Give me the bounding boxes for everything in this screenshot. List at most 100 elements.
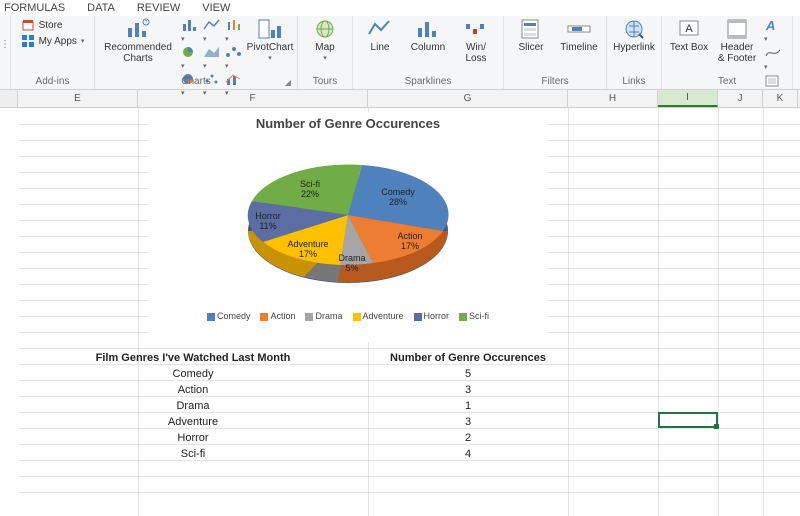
textbox-button[interactable]: A Text Box bbox=[668, 18, 710, 53]
store-button[interactable]: Store bbox=[21, 18, 85, 32]
svg-text:28%: 28% bbox=[389, 197, 407, 207]
worksheet-area[interactable]: Number of Genre Occurences bbox=[0, 108, 800, 516]
recommended-charts-icon: ? bbox=[125, 18, 151, 40]
tab-review[interactable]: REVIEW bbox=[137, 2, 180, 14]
wordart-icon[interactable]: A▾ bbox=[764, 18, 786, 44]
table-row[interactable]: Adventure3 bbox=[18, 414, 800, 430]
group-addins: Store My Apps ▾ Add-ins bbox=[11, 16, 95, 89]
group-label-tours: Tours bbox=[304, 76, 346, 89]
slicer-icon bbox=[518, 18, 544, 40]
sparkline-column-label: Column bbox=[411, 42, 445, 53]
svg-text:17%: 17% bbox=[299, 249, 317, 259]
headerfooter-icon bbox=[724, 18, 750, 40]
svg-text:22%: 22% bbox=[301, 189, 319, 199]
table-header-count[interactable]: Number of Genre Occurences bbox=[368, 352, 568, 364]
pivotchart-button[interactable]: PivotChart ▾ bbox=[249, 18, 291, 63]
svg-text:5%: 5% bbox=[345, 263, 358, 273]
recommended-charts-label: Recommended Charts bbox=[101, 42, 175, 64]
table-row[interactable]: Horror2 bbox=[18, 430, 800, 446]
pivotchart-icon bbox=[257, 18, 283, 40]
group-links: Hyperlink Links bbox=[607, 16, 662, 89]
table-row[interactable]: Drama1 bbox=[18, 398, 800, 414]
apps-icon bbox=[21, 34, 35, 48]
svg-text:Comedy: Comedy bbox=[381, 187, 415, 197]
select-all-corner[interactable] bbox=[0, 90, 18, 107]
map-label: Map bbox=[315, 42, 334, 53]
embedded-pie-chart[interactable]: Number of Genre Occurences bbox=[148, 112, 548, 342]
bar-chart-icon[interactable]: ▾ bbox=[181, 45, 199, 71]
headerfooter-button[interactable]: Header & Footer bbox=[716, 18, 758, 64]
sparkline-winloss-button[interactable]: Win/ Loss bbox=[455, 18, 497, 64]
line-chart-icon[interactable]: ▾ bbox=[203, 18, 221, 44]
collapse-left-icon[interactable]: ⋮ bbox=[0, 39, 10, 50]
svg-text:A: A bbox=[765, 18, 775, 32]
hyperlink-label: Hyperlink bbox=[613, 42, 655, 53]
column-header-E[interactable]: E bbox=[18, 90, 138, 107]
group-text: A Text Box Header & Footer A▾ ▾ Text bbox=[662, 16, 793, 89]
sparkline-winloss-icon bbox=[463, 18, 489, 40]
myapps-label: My Apps bbox=[39, 36, 77, 47]
svg-text:Action: Action bbox=[397, 231, 422, 241]
column-header-G[interactable]: G bbox=[368, 90, 568, 107]
map-button[interactable]: Map ▾ bbox=[304, 18, 346, 63]
column-header-I[interactable]: I bbox=[658, 90, 718, 107]
svg-text:Drama: Drama bbox=[338, 253, 365, 263]
svg-text:Adventure: Adventure bbox=[287, 239, 328, 249]
sparkline-column-icon bbox=[415, 18, 441, 40]
radar-chart-icon[interactable]: ▾ bbox=[225, 45, 243, 71]
timeline-icon bbox=[566, 18, 592, 40]
chevron-down-icon: ▾ bbox=[81, 37, 85, 45]
sparkline-line-icon bbox=[367, 18, 393, 40]
svg-text:Horror: Horror bbox=[255, 211, 281, 221]
tab-formulas[interactable]: FORMULAS bbox=[4, 2, 65, 14]
group-sparklines: Line Column Win/ Loss Sparklines bbox=[353, 16, 504, 89]
textbox-label: Text Box bbox=[670, 42, 708, 53]
data-table: Film Genres I've Watched Last Month Numb… bbox=[18, 350, 800, 462]
column-header-row: E F G H I J K bbox=[0, 90, 800, 108]
area-chart-icon[interactable]: ▾ bbox=[203, 45, 221, 71]
table-row[interactable]: Action3 bbox=[18, 382, 800, 398]
dialog-launcher-icon[interactable]: ◢ bbox=[285, 78, 291, 87]
group-filters: Slicer Timeline Filters bbox=[504, 16, 607, 89]
chevron-down-icon: ▾ bbox=[323, 55, 327, 63]
svg-text:17%: 17% bbox=[401, 241, 419, 251]
column-chart-icon[interactable]: ▾ bbox=[181, 18, 199, 44]
table-row[interactable]: Sci-fi4 bbox=[18, 446, 800, 462]
signature-icon[interactable]: ▾ bbox=[764, 46, 786, 72]
group-label-text: Text bbox=[668, 76, 786, 89]
textbox-icon: A bbox=[676, 18, 702, 40]
group-tours: Map ▾ Tours bbox=[298, 16, 353, 89]
tab-view[interactable]: VIEW bbox=[202, 2, 230, 14]
slicer-button[interactable]: Slicer bbox=[510, 18, 552, 53]
column-header-K[interactable]: K bbox=[763, 90, 798, 107]
pie-chart-svg: Comedy28% Action17% Drama5% Adventure17%… bbox=[148, 131, 548, 306]
slicer-label: Slicer bbox=[518, 42, 543, 53]
store-label: Store bbox=[39, 20, 63, 31]
group-label-addins: Add-ins bbox=[17, 76, 88, 89]
timeline-button[interactable]: Timeline bbox=[558, 18, 600, 53]
svg-text:11%: 11% bbox=[259, 221, 276, 231]
hyperlink-button[interactable]: Hyperlink bbox=[613, 18, 655, 53]
column-header-J[interactable]: J bbox=[718, 90, 763, 107]
sparkline-line-label: Line bbox=[371, 42, 390, 53]
svg-text:Sci-fi: Sci-fi bbox=[300, 179, 320, 189]
recommended-charts-button[interactable]: ? Recommended Charts bbox=[101, 18, 175, 64]
stock-chart-icon[interactable]: ▾ bbox=[225, 18, 243, 44]
tab-data[interactable]: DATA bbox=[87, 2, 115, 14]
sparkline-winloss-label: Win/ Loss bbox=[455, 42, 497, 64]
group-label-charts: Charts◢ bbox=[101, 76, 291, 89]
column-header-H[interactable]: H bbox=[568, 90, 658, 107]
table-row[interactable]: Comedy5 bbox=[18, 366, 800, 382]
svg-text:?: ? bbox=[145, 20, 148, 26]
group-label-links: Links bbox=[613, 76, 655, 89]
sparkline-column-button[interactable]: Column bbox=[407, 18, 449, 53]
myapps-button[interactable]: My Apps ▾ bbox=[21, 34, 85, 48]
group-charts: ? Recommended Charts ▾ ▾ ▾ ▾ ▾ ▾ ▾ ▾ ▾ bbox=[95, 16, 298, 89]
chevron-down-icon: ▾ bbox=[268, 55, 272, 63]
sparkline-line-button[interactable]: Line bbox=[359, 18, 401, 53]
table-header-genre[interactable]: Film Genres I've Watched Last Month bbox=[18, 352, 368, 364]
timeline-label: Timeline bbox=[560, 42, 597, 53]
chart-title: Number of Genre Occurences bbox=[148, 112, 548, 131]
column-header-F[interactable]: F bbox=[138, 90, 368, 107]
group-symbols: π Equation ▾ Ω Symbol Symbols bbox=[793, 16, 800, 89]
